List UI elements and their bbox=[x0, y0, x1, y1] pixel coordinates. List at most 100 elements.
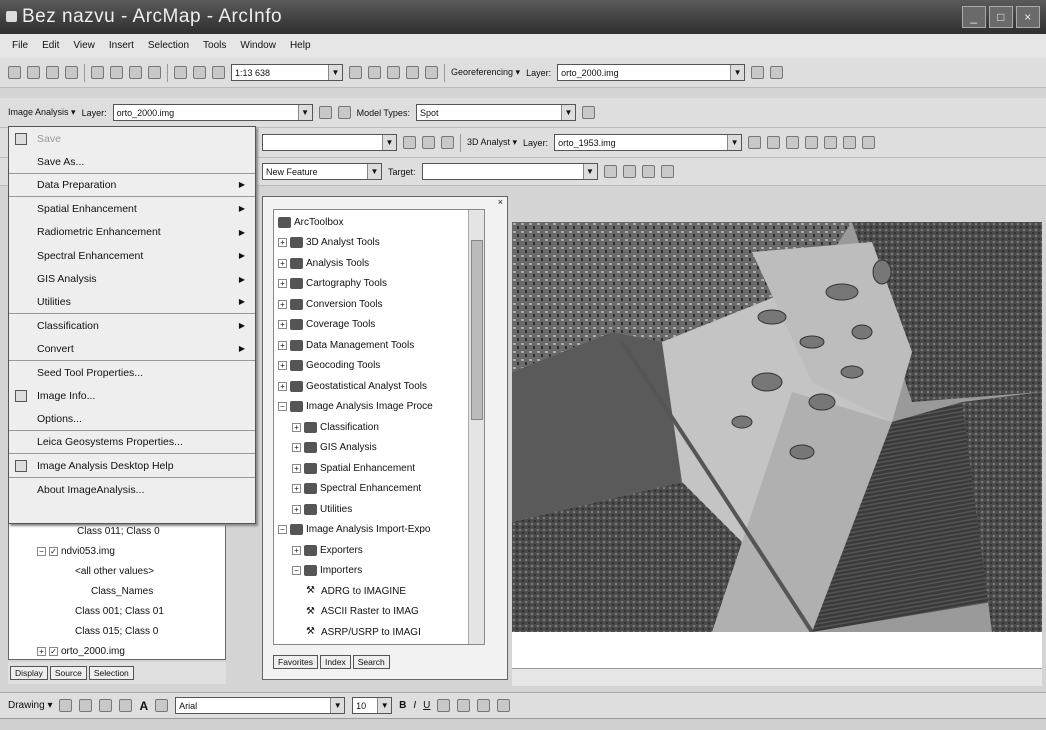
arcscene-icon[interactable] bbox=[862, 136, 876, 149]
save-icon[interactable] bbox=[46, 66, 59, 79]
tab-selection[interactable]: Selection bbox=[88, 666, 134, 680]
menu-item[interactable]: Spatial Enhancement ▶ bbox=[9, 197, 255, 220]
chevron-down-icon[interactable]: ▼ bbox=[330, 698, 345, 713]
tab-index[interactable]: Index bbox=[319, 655, 351, 669]
scroll-thumb[interactable] bbox=[471, 240, 483, 420]
menu-file[interactable]: File bbox=[12, 40, 28, 58]
chevron-down-icon[interactable]: ▼ bbox=[727, 135, 742, 150]
toolbox-item[interactable]: + Coverage Tools bbox=[278, 315, 484, 336]
expander-icon[interactable]: + bbox=[292, 484, 301, 494]
contour-tool-icon[interactable] bbox=[748, 136, 762, 149]
expander-icon[interactable]: + bbox=[292, 463, 301, 473]
menu-edit[interactable]: Edit bbox=[42, 40, 59, 58]
line-color-icon[interactable] bbox=[477, 699, 491, 712]
map-scrollbar[interactable] bbox=[512, 668, 1042, 686]
paste-icon[interactable] bbox=[129, 66, 142, 79]
menu-item[interactable]: Options... bbox=[9, 408, 255, 432]
open-icon[interactable] bbox=[27, 66, 40, 79]
toolbox-item[interactable]: + Utilities bbox=[278, 499, 484, 520]
arctoolbox-icon[interactable] bbox=[387, 66, 400, 79]
toolbox-item[interactable]: + Cartography Tools bbox=[278, 274, 484, 295]
expander-icon[interactable]: + bbox=[278, 299, 287, 309]
sketch-properties-icon[interactable] bbox=[660, 165, 674, 178]
toolbox-item[interactable]: − Image Analysis Image Proce bbox=[278, 397, 484, 418]
toolbox-item[interactable]: + Analysis Tools bbox=[278, 253, 484, 274]
toc-row[interactable]: + ✓ orto_2000.img bbox=[9, 641, 225, 661]
cut-icon[interactable] bbox=[91, 66, 104, 79]
toc-row[interactable]: Class 001; Class 01 bbox=[9, 601, 225, 621]
geocorrection-icon[interactable] bbox=[581, 106, 595, 119]
add-control-points-icon[interactable] bbox=[770, 66, 784, 79]
whats-this-icon[interactable] bbox=[425, 66, 438, 79]
steepest-path-icon[interactable] bbox=[767, 136, 781, 149]
expander-icon[interactable]: − bbox=[37, 546, 46, 556]
editor-toolbar-icon[interactable] bbox=[349, 66, 362, 79]
menu-insert[interactable]: Insert bbox=[109, 40, 134, 58]
fill-color-icon[interactable] bbox=[457, 699, 471, 712]
toc-row[interactable]: Class 015; Class 0 bbox=[9, 621, 225, 641]
toolbox-item[interactable]: + Spectral Enhancement bbox=[278, 479, 484, 500]
rectangle-icon[interactable] bbox=[119, 699, 133, 712]
menu-item[interactable]: Image Info... bbox=[9, 384, 255, 407]
maximize-button[interactable]: □ bbox=[989, 6, 1013, 28]
menu-item[interactable]: Convert ▶ bbox=[9, 338, 255, 361]
contour-icon[interactable] bbox=[441, 136, 454, 149]
task-combo[interactable]: New Feature ▼ bbox=[262, 163, 382, 180]
menu-item[interactable]: Radiometric Enhancement ▶ bbox=[9, 221, 255, 244]
menu-item[interactable]: Data Preparation ▶ bbox=[9, 174, 255, 198]
text-icon[interactable]: A bbox=[139, 699, 148, 713]
attributes-icon[interactable] bbox=[641, 165, 655, 178]
menu-item[interactable]: GIS Analysis ▶ bbox=[9, 267, 255, 290]
menu-help[interactable]: Help bbox=[290, 40, 311, 58]
chevron-down-icon[interactable]: ▼ bbox=[382, 135, 396, 150]
font-color-icon[interactable] bbox=[437, 699, 451, 712]
callout-icon[interactable] bbox=[155, 699, 169, 712]
expander-icon[interactable]: + bbox=[278, 279, 287, 289]
toolbox-item[interactable]: + GIS Analysis bbox=[278, 438, 484, 459]
toolbox-item[interactable]: + Geocoding Tools bbox=[278, 356, 484, 377]
chevron-down-icon[interactable]: ▼ bbox=[582, 164, 597, 179]
toolbox-item[interactable]: − Image Analysis Import-Expo bbox=[278, 520, 484, 541]
menu-item[interactable]: Spectral Enhancement ▶ bbox=[9, 244, 255, 267]
toolbox-item[interactable]: + Exporters bbox=[278, 540, 484, 561]
command-line-icon[interactable] bbox=[406, 66, 419, 79]
add-data-icon[interactable] bbox=[212, 66, 225, 79]
expander-icon[interactable]: − bbox=[278, 402, 287, 412]
toc-row[interactable]: Class_Names bbox=[9, 581, 225, 601]
toolbox-item[interactable]: ⚒ ASRP/USRP to IMAGI bbox=[278, 622, 484, 643]
menu-view[interactable]: View bbox=[73, 40, 95, 58]
delete-icon[interactable] bbox=[148, 66, 161, 79]
interpolate-line-icon[interactable] bbox=[824, 136, 838, 149]
target-combo[interactable]: ▼ bbox=[421, 163, 598, 180]
model-types-combo[interactable]: Spot ▼ bbox=[415, 104, 576, 121]
chevron-down-icon[interactable]: ▼ bbox=[560, 105, 575, 120]
select-elements-icon[interactable] bbox=[59, 699, 73, 712]
chevron-down-icon[interactable]: ▼ bbox=[297, 105, 312, 120]
expander-icon[interactable]: + bbox=[278, 340, 287, 350]
swipe-icon[interactable] bbox=[318, 106, 332, 119]
toolbox-item[interactable]: ⚒ ADRG to IMAGINE bbox=[278, 581, 484, 602]
toolbox-item[interactable]: ⚒AVHRR Dundee to IM. bbox=[278, 643, 484, 645]
close-button[interactable]: × bbox=[1016, 6, 1040, 28]
menu-item[interactable]: About ImageAnalysis... bbox=[9, 478, 255, 501]
image-analysis-menu-button[interactable]: Image Analysis ▾ bbox=[8, 107, 76, 118]
window-menu-icon[interactable] bbox=[6, 11, 17, 22]
ia-layer-combo[interactable]: orto_2000.img ▼ bbox=[112, 104, 313, 121]
toolbox-item[interactable]: ⚒ ASCII Raster to IMAG bbox=[278, 602, 484, 623]
layer-checkbox[interactable]: ✓ bbox=[49, 646, 58, 656]
tab-source[interactable]: Source bbox=[49, 666, 87, 680]
seed-tool-icon[interactable] bbox=[337, 106, 351, 119]
expander-icon[interactable]: + bbox=[292, 422, 301, 432]
font-size-combo[interactable]: 10 ▼ bbox=[352, 697, 393, 714]
arccatalog-icon[interactable] bbox=[368, 66, 381, 79]
chevron-down-icon[interactable]: ▼ bbox=[377, 698, 392, 713]
expander-icon[interactable]: + bbox=[278, 258, 287, 268]
scale-combo[interactable]: 1:13 638 ▼ bbox=[231, 64, 343, 81]
drawing-menu-button[interactable]: Drawing ▾ bbox=[8, 700, 52, 711]
rotate-tool-icon[interactable] bbox=[622, 165, 636, 178]
create-tin-icon[interactable] bbox=[422, 136, 435, 149]
underline-button[interactable]: U bbox=[423, 700, 430, 711]
toc-row[interactable]: − ✓ ndvi053.img bbox=[9, 541, 225, 561]
menu-item[interactable]: Utilities ▶ bbox=[9, 291, 255, 315]
menu-tools[interactable]: Tools bbox=[203, 40, 226, 58]
